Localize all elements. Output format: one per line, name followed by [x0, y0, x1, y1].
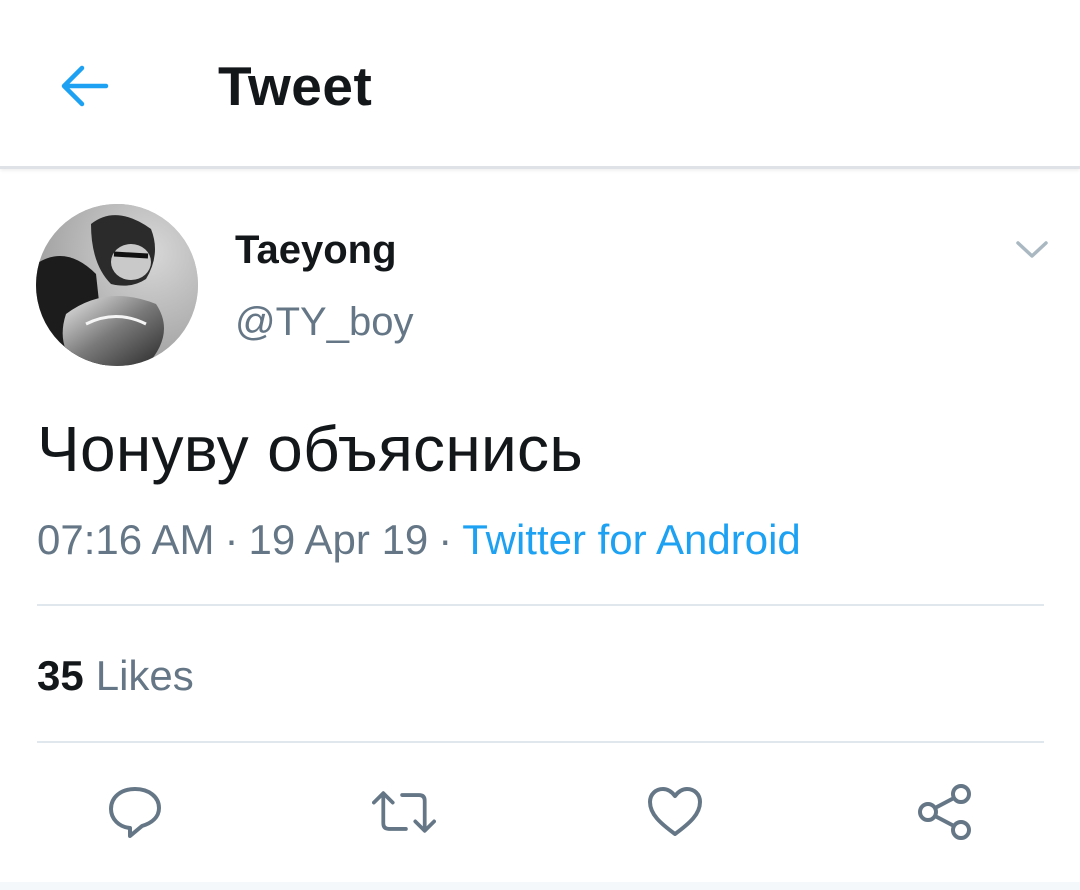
- tweet-meta: 07:16 AM · 19 Apr 19 · Twitter for Android: [37, 516, 801, 564]
- share-icon: [918, 784, 971, 840]
- like-button[interactable]: [643, 780, 707, 844]
- meta-separator: ·: [224, 516, 239, 563]
- page-title: Tweet: [218, 55, 373, 117]
- tweet-date: 19 Apr 19: [248, 516, 429, 563]
- retweet-icon: [372, 791, 436, 833]
- tweet-text: Чонуву объяснись: [37, 413, 583, 485]
- reply-icon: [109, 787, 161, 838]
- arrow-left-icon: [61, 65, 109, 107]
- app-header: Tweet: [0, 0, 1080, 169]
- likes-stat[interactable]: 35 Likes: [37, 652, 194, 700]
- likes-label: Likes: [95, 652, 194, 699]
- retweet-button[interactable]: [372, 780, 436, 844]
- heart-icon: [648, 787, 702, 836]
- reply-button[interactable]: [103, 780, 167, 844]
- tweet-options-button[interactable]: [1008, 228, 1056, 272]
- author-display-name[interactable]: Taeyong: [235, 228, 397, 273]
- share-button[interactable]: [913, 780, 977, 844]
- divider: [37, 741, 1044, 743]
- meta-separator: ·: [438, 516, 453, 563]
- author-handle: @TY_boy: [235, 300, 414, 344]
- bottom-divider: [0, 882, 1080, 890]
- likes-count: 35: [37, 652, 84, 699]
- tweet-source-link[interactable]: Twitter for Android: [462, 516, 800, 563]
- avatar[interactable]: [36, 204, 198, 366]
- back-button[interactable]: [52, 54, 116, 118]
- chevron-down-icon: [1016, 241, 1048, 258]
- divider: [37, 604, 1044, 606]
- tweet-time: 07:16 AM: [37, 516, 215, 563]
